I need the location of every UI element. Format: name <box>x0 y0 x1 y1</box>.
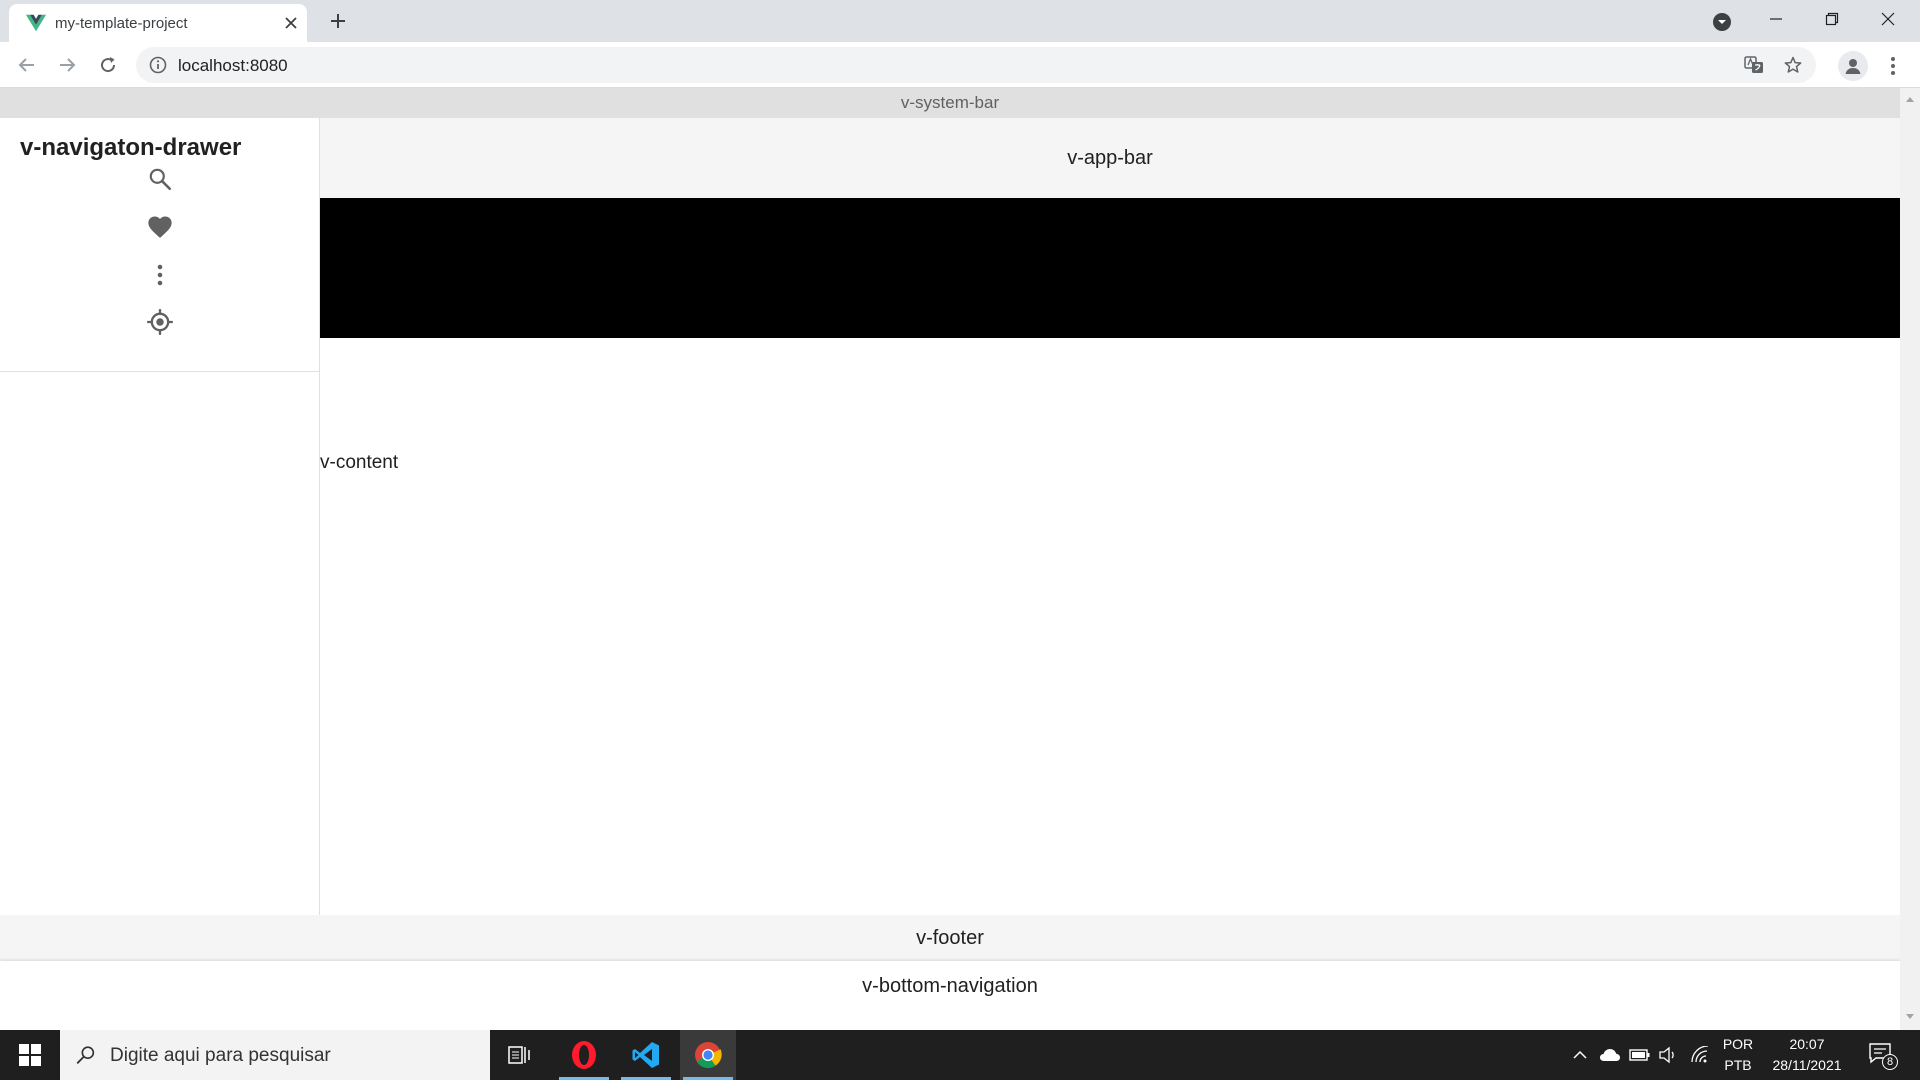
tray-lang-top: POR <box>1722 1036 1754 1052</box>
taskbar-search-icon <box>74 1043 98 1067</box>
translate-icon[interactable] <box>1742 53 1766 77</box>
navigation-drawer: v-navigaton-drawer <box>0 118 320 915</box>
tray-language[interactable]: POR PTB <box>1718 1034 1758 1076</box>
tab-title: my-template-project <box>55 15 188 32</box>
search-icon[interactable] <box>142 161 178 197</box>
taskbar-search-placeholder: Digite aqui para pesquisar <box>110 1045 331 1066</box>
profile-icon[interactable] <box>1838 51 1868 81</box>
opera-icon[interactable] <box>556 1030 612 1080</box>
browser-tab-strip: my-template-project <box>0 0 1920 42</box>
forward-icon[interactable] <box>53 51 81 79</box>
crosshairs-gps-icon[interactable] <box>142 304 178 340</box>
tray-chevron-up-icon[interactable] <box>1568 1043 1592 1067</box>
address-url: localhost:8080 <box>178 56 288 75</box>
dots-vertical-icon[interactable] <box>142 257 178 293</box>
back-icon[interactable] <box>13 51 41 79</box>
volume-icon[interactable] <box>1656 1043 1680 1067</box>
reload-icon[interactable] <box>94 51 122 79</box>
menu-dots-icon[interactable] <box>1881 51 1905 81</box>
address-bar[interactable]: localhost:8080 <box>136 47 1816 83</box>
minimize-icon[interactable] <box>1748 0 1804 38</box>
heart-icon[interactable] <box>142 209 178 245</box>
vscode-icon[interactable] <box>618 1030 674 1080</box>
task-view-icon[interactable] <box>492 1030 548 1080</box>
windows-start-icon[interactable] <box>0 1030 60 1080</box>
tray-clock[interactable]: 20:07 28/11/2021 <box>1762 1034 1852 1076</box>
footer: v-footer <box>0 915 1900 961</box>
close-icon[interactable] <box>1860 0 1916 38</box>
tray-lang-bottom: PTB <box>1724 1057 1752 1073</box>
restore-icon[interactable] <box>1804 0 1860 38</box>
notification-count-badge: 8 <box>1882 1054 1898 1070</box>
taskbar-search-input[interactable]: Digite aqui para pesquisar <box>60 1030 490 1080</box>
bottom-navigation: v-bottom-navigation <box>0 961 1900 1030</box>
battery-icon[interactable] <box>1628 1043 1652 1067</box>
system-bar-label: v-system-bar <box>900 93 1000 112</box>
tray-date: 28/11/2021 <box>1772 1057 1842 1073</box>
vue-logo-icon <box>25 12 47 34</box>
wifi-icon[interactable] <box>1688 1043 1712 1067</box>
footer-label: v-footer <box>916 926 984 949</box>
app-bar: v-app-bar <box>320 118 1900 198</box>
new-tab-icon[interactable] <box>325 8 351 34</box>
drawer-divider <box>0 371 320 372</box>
scroll-up-icon[interactable] <box>1900 92 1920 106</box>
onedrive-icon[interactable] <box>1598 1043 1622 1067</box>
info-icon[interactable] <box>148 55 168 75</box>
notifications-icon[interactable]: 8 <box>1868 1042 1898 1070</box>
content-label: v-content <box>320 452 399 473</box>
browser-toolbar: localhost:8080 <box>0 42 1920 88</box>
page-viewport: v-system-bar v-navigaton-drawer v-app-ba… <box>0 88 1920 1030</box>
scroll-down-icon[interactable] <box>1900 1010 1920 1024</box>
system-bar: v-system-bar <box>0 88 1900 118</box>
browser-tab[interactable]: my-template-project <box>9 4 307 42</box>
black-band <box>320 198 1900 338</box>
tray-time: 20:07 <box>1789 1036 1825 1052</box>
bottom-navigation-label: v-bottom-navigation <box>862 975 1038 997</box>
windows-taskbar: Digite aqui para pesquisar POR PTB 20:07… <box>0 1030 1920 1080</box>
page-scrollbar[interactable] <box>1900 88 1920 1030</box>
drawer-title: v-navigaton-drawer <box>20 134 242 161</box>
tab-search-icon[interactable] <box>1709 9 1735 35</box>
app-bar-label: v-app-bar <box>1067 146 1153 169</box>
tab-close-icon[interactable] <box>279 11 303 35</box>
star-icon[interactable] <box>1781 53 1805 77</box>
chrome-icon[interactable] <box>680 1030 736 1080</box>
